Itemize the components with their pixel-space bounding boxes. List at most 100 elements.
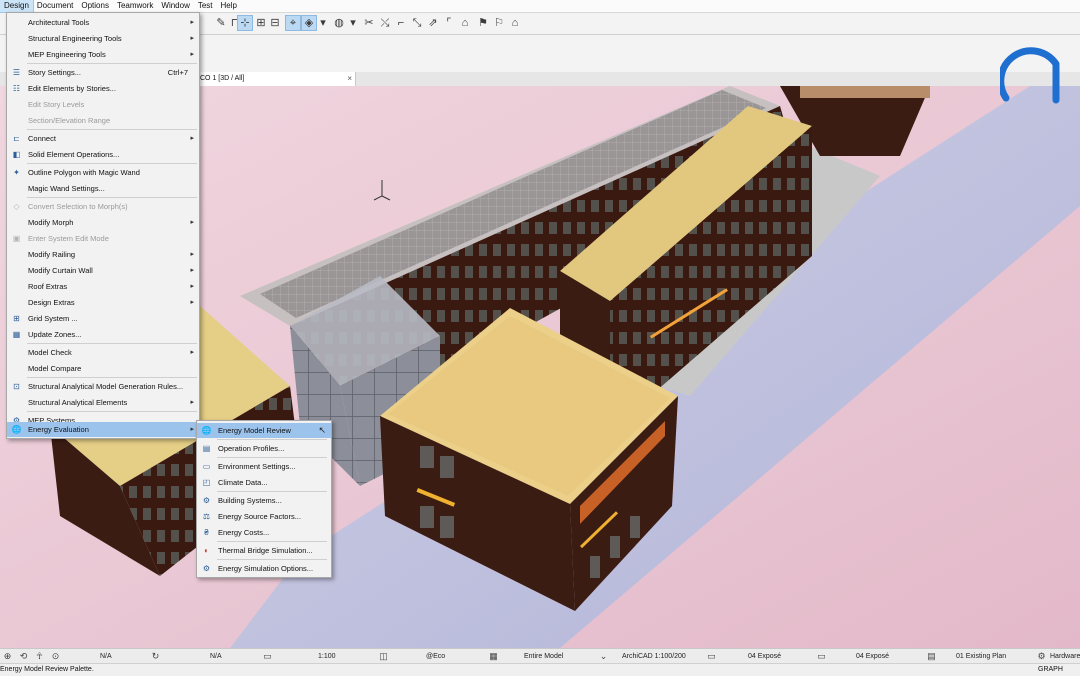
thermal-bridge-icon: ◐ (204, 546, 209, 555)
menu-help[interactable]: Help (217, 0, 241, 12)
menu-item-operation-profiles[interactable]: ▤ Operation Profiles... (197, 441, 331, 456)
elevate-icon[interactable]: ⌂ (458, 16, 472, 30)
graph-label: GRAPH (1038, 666, 1063, 673)
chevron-right-icon: ▸ (190, 299, 194, 306)
resize-icon[interactable]: ⤡ (410, 16, 424, 30)
walk-icon[interactable]: ☥ (34, 651, 45, 662)
menu-item-environment-settings[interactable]: ▭ Environment Settings... (197, 459, 331, 474)
menu-item-modify-morph[interactable]: Modify Morph ▸ (7, 215, 199, 230)
dropdown-arrow-icon[interactable]: ▾ (316, 16, 330, 30)
menu-item-roof-extras[interactable]: Roof Extras ▸ (7, 279, 199, 294)
menu-document[interactable]: Document (33, 0, 77, 12)
story-settings-icon: ☰ (12, 68, 21, 77)
building-systems-icon: ⚙ (202, 496, 211, 505)
menu-item-story-settings[interactable]: ☰ Story Settings... Ctrl+7 (7, 65, 199, 80)
status-hardware[interactable]: Hardware (1050, 649, 1080, 664)
scissors-icon[interactable]: ✂ (362, 16, 376, 30)
solid-ops-icon: ◧ (12, 150, 21, 159)
hardware-icon[interactable]: ⚙ (1036, 651, 1047, 662)
view-mode-icon[interactable]: ◈ (301, 15, 317, 31)
layers-icon[interactable]: ◫ (378, 651, 389, 662)
menu-item-energy-simulation-options[interactable]: ⚙ Energy Simulation Options... (197, 561, 331, 576)
magic-wand-icon: ✦ (13, 168, 20, 177)
zoom-in-icon[interactable]: ⊕ (2, 651, 13, 662)
menu-item-mep-engineering-tools[interactable]: MEP Engineering Tools ▸ (7, 47, 199, 62)
status-renovation[interactable]: 01 Existing Plan (956, 649, 1006, 664)
menu-item-connect[interactable]: ⊏ Connect ▸ (7, 131, 199, 146)
menu-item-energy-costs[interactable]: ₴ Energy Costs... (197, 525, 331, 540)
menu-item-thermal-bridge-simulation[interactable]: ◐ Thermal Bridge Simulation... (197, 543, 331, 558)
status-pen-set[interactable]: @Eco (426, 649, 445, 664)
status-expose-2[interactable]: 04 Exposé (856, 649, 889, 664)
menu-item-section-elevation-range: Section/Elevation Range (28, 116, 111, 125)
status-scale[interactable]: 1:100 (318, 649, 336, 664)
orbit-icon[interactable]: ⟲ (18, 651, 29, 662)
menu-item-structural-analytical-elements[interactable]: Structural Analytical Elements ▸ (7, 395, 199, 410)
menu-item-architectural-tools[interactable]: Architectural Tools ▸ (7, 15, 199, 30)
status-expose-1[interactable]: 04 Exposé (748, 649, 781, 664)
menu-item-modify-curtain-wall[interactable]: Modify Curtain Wall ▸ (7, 263, 199, 278)
menu-item-enter-system-edit-mode: ▣ Enter System Edit Mode (12, 234, 109, 243)
marker-icon[interactable]: ⚐ (492, 16, 506, 30)
renovation-icon[interactable]: ▤ (926, 651, 937, 662)
tab-title: CO 1 [3D / All] (200, 75, 245, 82)
snap-guides-icon[interactable]: ⊹ (237, 15, 253, 31)
menu-item-grid-system[interactable]: ⊞ Grid System ... (7, 311, 199, 326)
menu-item-model-check[interactable]: Model Check ▸ (7, 345, 199, 360)
render-icon[interactable]: ◍ (332, 16, 346, 30)
magnet-icon[interactable]: ⌖ (285, 15, 301, 31)
menu-item-model-compare[interactable]: Model Compare (7, 361, 199, 376)
design-menu: Architectural Tools ▸ Structural Engineer… (6, 12, 200, 439)
flag-icon[interactable]: ⚑ (476, 16, 490, 30)
mouse-cursor-icon: ↖ (318, 425, 326, 435)
close-icon[interactable]: × (347, 72, 352, 86)
offset-icon[interactable]: ⌐ (394, 16, 408, 30)
menu-item-update-zones[interactable]: ▦ Update Zones... (7, 327, 199, 342)
extend-icon[interactable]: ⇗ (426, 16, 440, 30)
dimension-icon[interactable]: ⊟ (268, 16, 282, 30)
menu-design[interactable]: Design (0, 0, 34, 13)
chevron-right-icon: ▸ (190, 349, 194, 356)
globe-icon: 🌐 (201, 426, 212, 435)
grid-icon: ⊞ (13, 314, 20, 323)
model-view-icon[interactable]: ▦ (488, 651, 499, 662)
menu-item-edit-elements-by-stories[interactable]: ☷ Edit Elements by Stories... (7, 81, 199, 96)
menu-item-energy-source-factors[interactable]: ⚖ Energy Source Factors... (197, 509, 331, 524)
menu-item-building-systems[interactable]: ⚙ Building Systems... (197, 493, 331, 508)
menu-teamwork[interactable]: Teamwork (113, 0, 157, 12)
status-model-view[interactable]: Entire Model (524, 649, 563, 664)
dropdown-arrow-icon[interactable]: ▾ (346, 16, 360, 30)
layer-combo-icon[interactable]: ⌄ (598, 651, 609, 662)
morph-icon: ◇ (13, 202, 20, 211)
menu-item-structural-analytical-rules[interactable]: ⊡ Structural Analytical Model Generation … (7, 379, 199, 394)
menu-item-structural-engineering-tools[interactable]: Structural Engineering Tools ▸ (7, 31, 199, 46)
layout-icon[interactable]: ⌂ (508, 16, 522, 30)
energy-costs-icon: ₴ (204, 528, 209, 537)
menu-item-modify-railing[interactable]: Modify Railing ▸ (7, 247, 199, 262)
stories-icon: ☷ (12, 84, 21, 93)
profiles-icon: ▤ (202, 444, 211, 453)
menu-item-outline-polygon-magic-wand[interactable]: ✦ Outline Polygon with Magic Wand (7, 165, 199, 180)
chevron-right-icon: ▸ (190, 251, 194, 258)
menu-options[interactable]: Options (77, 0, 113, 12)
menu-window[interactable]: Window (157, 0, 193, 12)
menu-item-design-extras[interactable]: Design Extras ▸ (7, 295, 199, 310)
zoom-fit-icon[interactable]: ⊙ (50, 651, 61, 662)
pen-icon[interactable]: ✎ (214, 16, 228, 30)
graphic-override-icon[interactable]: ▭ (816, 651, 827, 662)
dimension-style-icon[interactable]: ▭ (706, 651, 717, 662)
scale-icon[interactable]: ▭ (262, 651, 273, 662)
tab-3d-view[interactable]: CO 1 [3D / All] × (196, 72, 356, 86)
cut-line-icon[interactable]: ⤯ (378, 16, 392, 30)
chevron-right-icon: ▸ (190, 51, 194, 58)
status-layer-combo[interactable]: ArchiCAD 1:100/200 (622, 649, 686, 664)
rotate-icon[interactable]: ↻ (150, 651, 161, 662)
menu-item-solid-element-operations[interactable]: ◧ Solid Element Operations... (7, 147, 199, 162)
menu-item-energy-model-review[interactable]: 🌐 Energy Model Review ↖ (197, 423, 331, 438)
menu-item-magic-wand-settings[interactable]: Magic Wand Settings... (7, 181, 199, 196)
menu-item-energy-evaluation[interactable]: 🌐 Energy Evaluation ▸ (7, 422, 199, 437)
grid-snap-icon[interactable]: ⊞ (254, 16, 268, 30)
fillet-icon[interactable]: ⌜ (442, 16, 456, 30)
menu-test[interactable]: Test (194, 0, 217, 12)
menu-item-climate-data[interactable]: ◰ Climate Data... (197, 475, 331, 490)
